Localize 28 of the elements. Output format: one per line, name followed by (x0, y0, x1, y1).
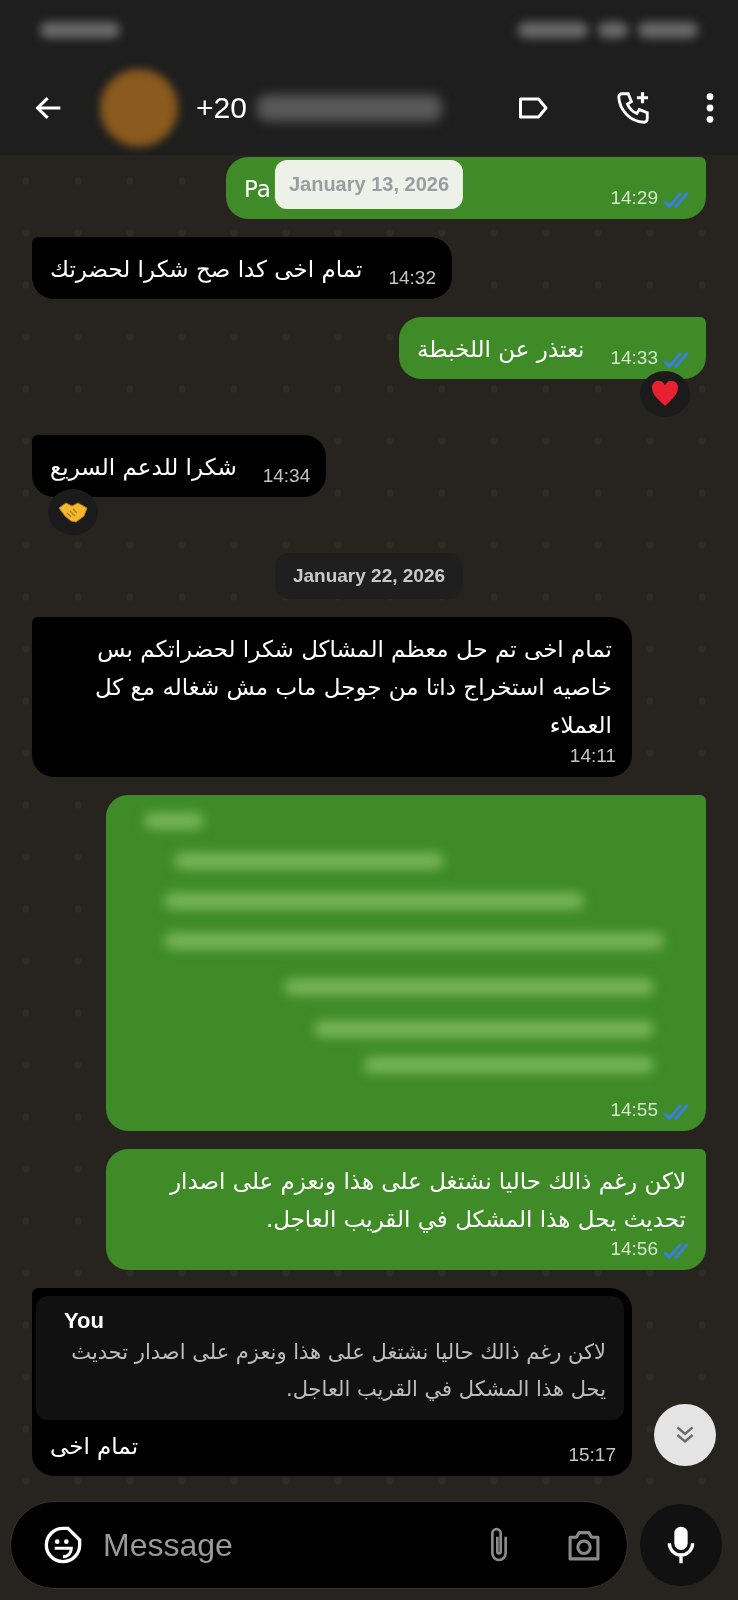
message-time: 14:55 (610, 1098, 658, 1121)
message-text: تمام اخى (50, 1431, 140, 1462)
sticker-icon (43, 1525, 83, 1565)
heart-icon (651, 380, 679, 407)
message-text: شكرا للدعم السريع (50, 452, 238, 483)
message-time: 14:32 (388, 266, 436, 289)
message-bar[interactable]: Message (10, 1501, 628, 1589)
message-time: 14:33 (610, 346, 658, 369)
message-text: تمام اخى تم حل معظم المشاكل شكرا لحضراتكم بس خاصيه استخراج داتا من جوجل ماب مش شغاله مع كل العملاء (93, 634, 613, 740)
message-text: تمام اخى كدا صح شكرا لحضرتك (50, 254, 364, 285)
date-chip: January 22, 2026 (274, 552, 464, 599)
contact-name[interactable]: +20 (196, 90, 247, 125)
quote-text: لاكن رغم ذالك حاليا نشتغل على هذا ونعزم على اصدار تحديث يحل هذا المشكل في القريب العاجل. (70, 1339, 606, 1404)
message-text: لاكن رغم ذالك حاليا نشتغل على هذا ونعزم على اصدار تحديث يحل هذا المشكل في القريب العاجل. (168, 1166, 687, 1235)
message-text: نعتذر عن اللخبطة (417, 334, 586, 365)
quote-author: You (64, 1308, 105, 1335)
message-time: 14:34 (262, 464, 311, 487)
more-icon (704, 90, 716, 125)
message-time: 14:56 (610, 1238, 658, 1261)
message-text: Pa (244, 175, 272, 204)
message-time: 14:29 (610, 186, 658, 209)
message-field[interactable]: Message (101, 1525, 467, 1565)
message-time: 14:11 (569, 744, 616, 767)
date-chip: January 13, 2026 (274, 160, 464, 209)
microphone-icon (666, 1525, 696, 1565)
sticker-button[interactable] (43, 1525, 83, 1565)
message-time: 15:17 (568, 1443, 616, 1466)
avatar[interactable] (100, 68, 178, 147)
